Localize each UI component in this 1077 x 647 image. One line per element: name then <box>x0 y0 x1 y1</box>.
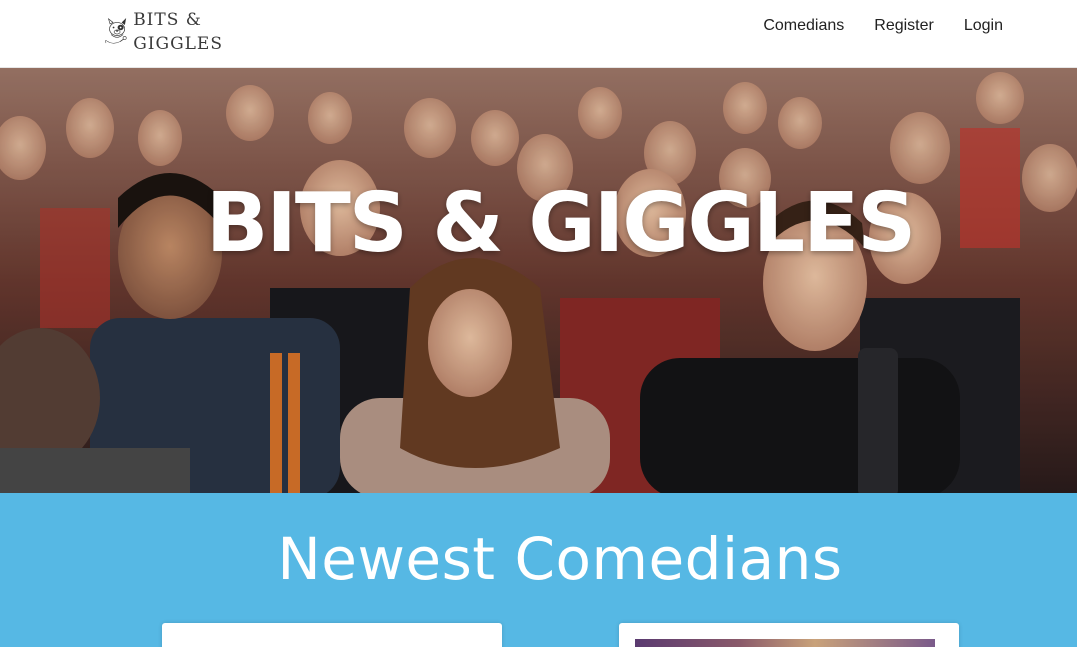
brand-name: BITS & GIGGLES <box>133 8 223 56</box>
brand-logo-link[interactable]: BITS & GIGGLES <box>103 4 223 60</box>
hero-banner: BITS & GIGGLES <box>0 68 1077 493</box>
navbar: BITS & GIGGLES Comedians Register Login <box>0 0 1077 68</box>
newest-comedians-section: Newest Comedians <box>0 493 1077 647</box>
comedian-card[interactable] <box>162 623 502 647</box>
nav-register-link[interactable]: Register <box>874 17 934 35</box>
bulldog-microphone-icon <box>105 17 127 44</box>
brand-line-1: BITS & <box>133 10 202 30</box>
hero-title: BITS & GIGGLES <box>205 176 916 271</box>
nav-comedians-link[interactable]: Comedians <box>763 17 844 35</box>
main-nav: Comedians Register Login <box>733 0 1003 52</box>
comedian-card[interactable] <box>619 623 959 647</box>
newest-comedians-heading: Newest Comedians <box>277 525 843 593</box>
nav-login-link[interactable]: Login <box>964 17 1003 35</box>
brand-line-2: GIGGLES <box>133 34 223 54</box>
audience-photo <box>0 68 1077 493</box>
comedian-photo <box>635 639 935 647</box>
